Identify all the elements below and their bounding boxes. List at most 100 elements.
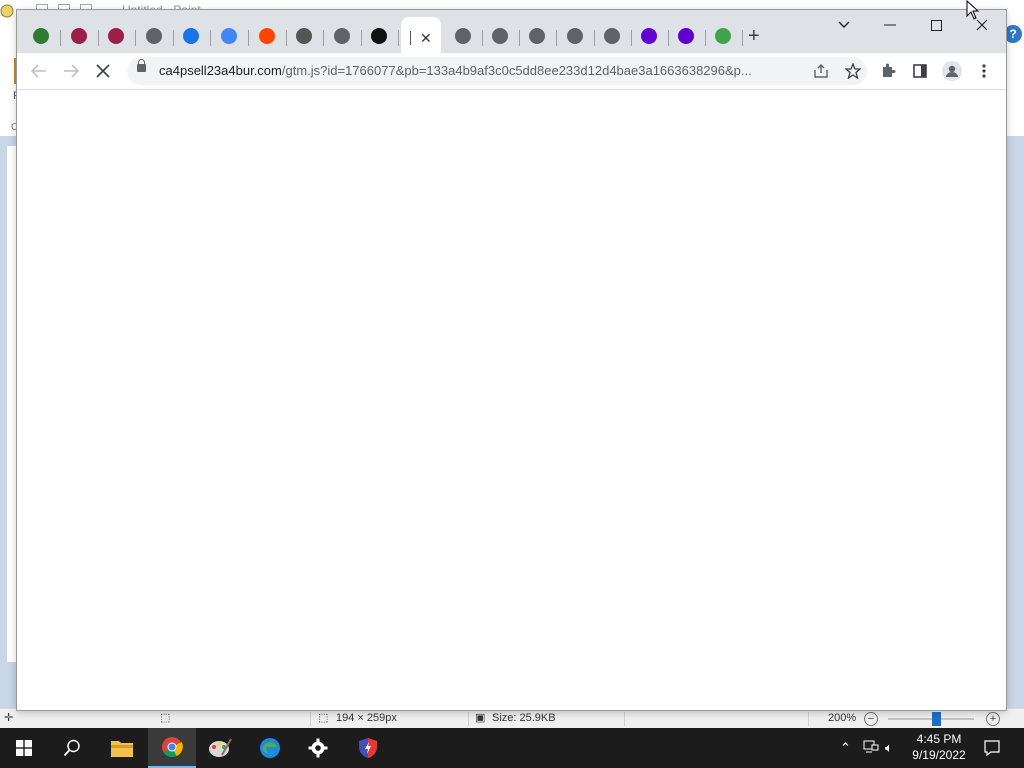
canvas-size: 194 × 259px: [336, 712, 397, 724]
browser-tab[interactable]: [596, 24, 632, 52]
url-text[interactable]: ca4psell23a4bur.com/gtm.js?id=1766077&pb…: [159, 63, 752, 78]
zoom-slider-thumb[interactable]: [932, 712, 941, 726]
settings-taskbar-button[interactable]: [294, 728, 342, 768]
side-panel-button[interactable]: [906, 57, 934, 85]
back-button[interactable]: [25, 57, 53, 85]
star-icon: [845, 63, 861, 79]
page-content: [17, 90, 1006, 710]
profile-avatar-icon: [942, 61, 962, 81]
browser-tab[interactable]: [288, 24, 325, 52]
search-button[interactable]: [48, 728, 96, 768]
canvas-size-icon: ⬚: [318, 712, 329, 724]
tab-divider: [285, 30, 287, 46]
browser-tab[interactable]: [521, 24, 558, 52]
taskbar: ⌃ 🔈︎ 4:45 PM 9/19/2022: [0, 728, 1024, 768]
chrome-taskbar-button[interactable]: [148, 728, 196, 768]
paint-canvas[interactable]: [7, 146, 17, 662]
side-panel-icon: [913, 64, 927, 78]
stop-loading-button[interactable]: [89, 57, 117, 85]
bookmark-icon: [183, 28, 200, 44]
puzzle-icon: [883, 63, 896, 77]
file-explorer-button[interactable]: [98, 728, 146, 768]
url-path: /gtm.js?id=1766077&pb=133a4b9af3c0c5dd8e…: [281, 63, 752, 78]
new-tab-button[interactable]: +: [748, 26, 760, 46]
airplane-icon: [296, 28, 313, 44]
minimize-icon: [884, 24, 896, 26]
tab-active[interactable]: ✕: [401, 17, 441, 53]
file-size-icon: ▣: [475, 712, 486, 724]
no-entry-icon: [70, 28, 87, 44]
gear-icon: [308, 738, 328, 758]
tab-close-icon[interactable]: ✕: [420, 31, 432, 45]
folder-icon: [111, 741, 133, 757]
browser-tab[interactable]: [447, 24, 483, 52]
tab-divider: [360, 30, 362, 46]
address-bar[interactable]: ca4psell23a4bur.com/gtm.js?id=1766077&pb…: [127, 57, 867, 85]
browser-tab[interactable]: [251, 24, 287, 52]
browser-tab[interactable]: [175, 24, 212, 52]
browser-tab[interactable]: [670, 24, 707, 52]
help-icon[interactable]: ?: [1004, 25, 1022, 43]
browser-tab[interactable]: [100, 24, 137, 52]
share-button[interactable]: [807, 57, 835, 85]
globe-icon: [603, 28, 620, 44]
tab-search-button[interactable]: [829, 14, 859, 36]
browser-tab[interactable]: [484, 24, 521, 52]
globe-icon: [492, 28, 509, 44]
browser-tab[interactable]: [707, 24, 744, 52]
globe-icon: [529, 28, 546, 44]
volume-icon[interactable]: 🔈︎: [885, 740, 893, 756]
extensions-button[interactable]: [874, 57, 902, 85]
kebab-menu-icon: [982, 64, 986, 78]
tab-divider: [398, 30, 400, 46]
zoom-level: 200%: [828, 712, 857, 724]
tab-divider: [323, 30, 325, 46]
network-icon[interactable]: [863, 740, 879, 757]
paint-app-icon: [0, 4, 14, 18]
zoom-in-button[interactable]: +: [986, 712, 1000, 726]
browser-toolbar: ca4psell23a4bur.com/gtm.js?id=1766077&pb…: [17, 53, 1006, 90]
lock-icon[interactable]: [137, 59, 146, 72]
notifications-button[interactable]: [984, 740, 1000, 759]
browser-tab[interactable]: [559, 24, 595, 52]
tab-strip: ✕ +: [17, 10, 1006, 53]
shield-icon: [359, 738, 377, 758]
browser-tab[interactable]: [25, 24, 61, 52]
browser-tab[interactable]: [326, 24, 362, 52]
close-icon: [976, 19, 988, 31]
security-taskbar-button[interactable]: [344, 728, 392, 768]
paint-taskbar-button[interactable]: [196, 728, 244, 768]
browser-tab[interactable]: [363, 24, 400, 52]
edge-taskbar-button[interactable]: [246, 728, 294, 768]
tab-divider: [593, 30, 595, 46]
browser-tab[interactable]: [633, 24, 669, 52]
tab-divider: [210, 30, 212, 46]
no-entry-icon: [108, 28, 125, 44]
stop-icon: [96, 64, 110, 78]
paint-palette-icon: [209, 738, 232, 757]
minimize-button[interactable]: [875, 14, 905, 36]
globe-icon: [455, 28, 471, 44]
browser-tab[interactable]: [138, 24, 174, 52]
user-icon: [715, 28, 732, 44]
maximize-button[interactable]: [921, 14, 951, 36]
forward-arrow-icon: [64, 64, 79, 78]
profile-button[interactable]: [938, 57, 966, 85]
selection-size-icon: ⬚: [160, 712, 171, 724]
tab-divider: [135, 30, 137, 46]
bookmark-star-button[interactable]: [839, 57, 867, 85]
tab-divider: [97, 30, 99, 46]
start-button[interactable]: [0, 728, 48, 768]
forward-button[interactable]: [57, 57, 85, 85]
browser-tab[interactable]: [213, 24, 249, 52]
windows-icon: [16, 740, 32, 756]
clock-date: 9/19/2022: [912, 748, 966, 762]
zoom-out-button[interactable]: −: [864, 712, 878, 726]
menu-button[interactable]: [970, 57, 998, 85]
taskbar-clock[interactable]: 4:45 PM 9/19/2022: [904, 731, 974, 763]
browser-tab[interactable]: [63, 24, 99, 52]
yahoo-icon: [641, 28, 657, 44]
show-hidden-icons-chevron-up-icon[interactable]: ⌃: [840, 740, 851, 756]
maximize-icon: [930, 19, 942, 31]
zoom-slider[interactable]: [888, 718, 974, 720]
